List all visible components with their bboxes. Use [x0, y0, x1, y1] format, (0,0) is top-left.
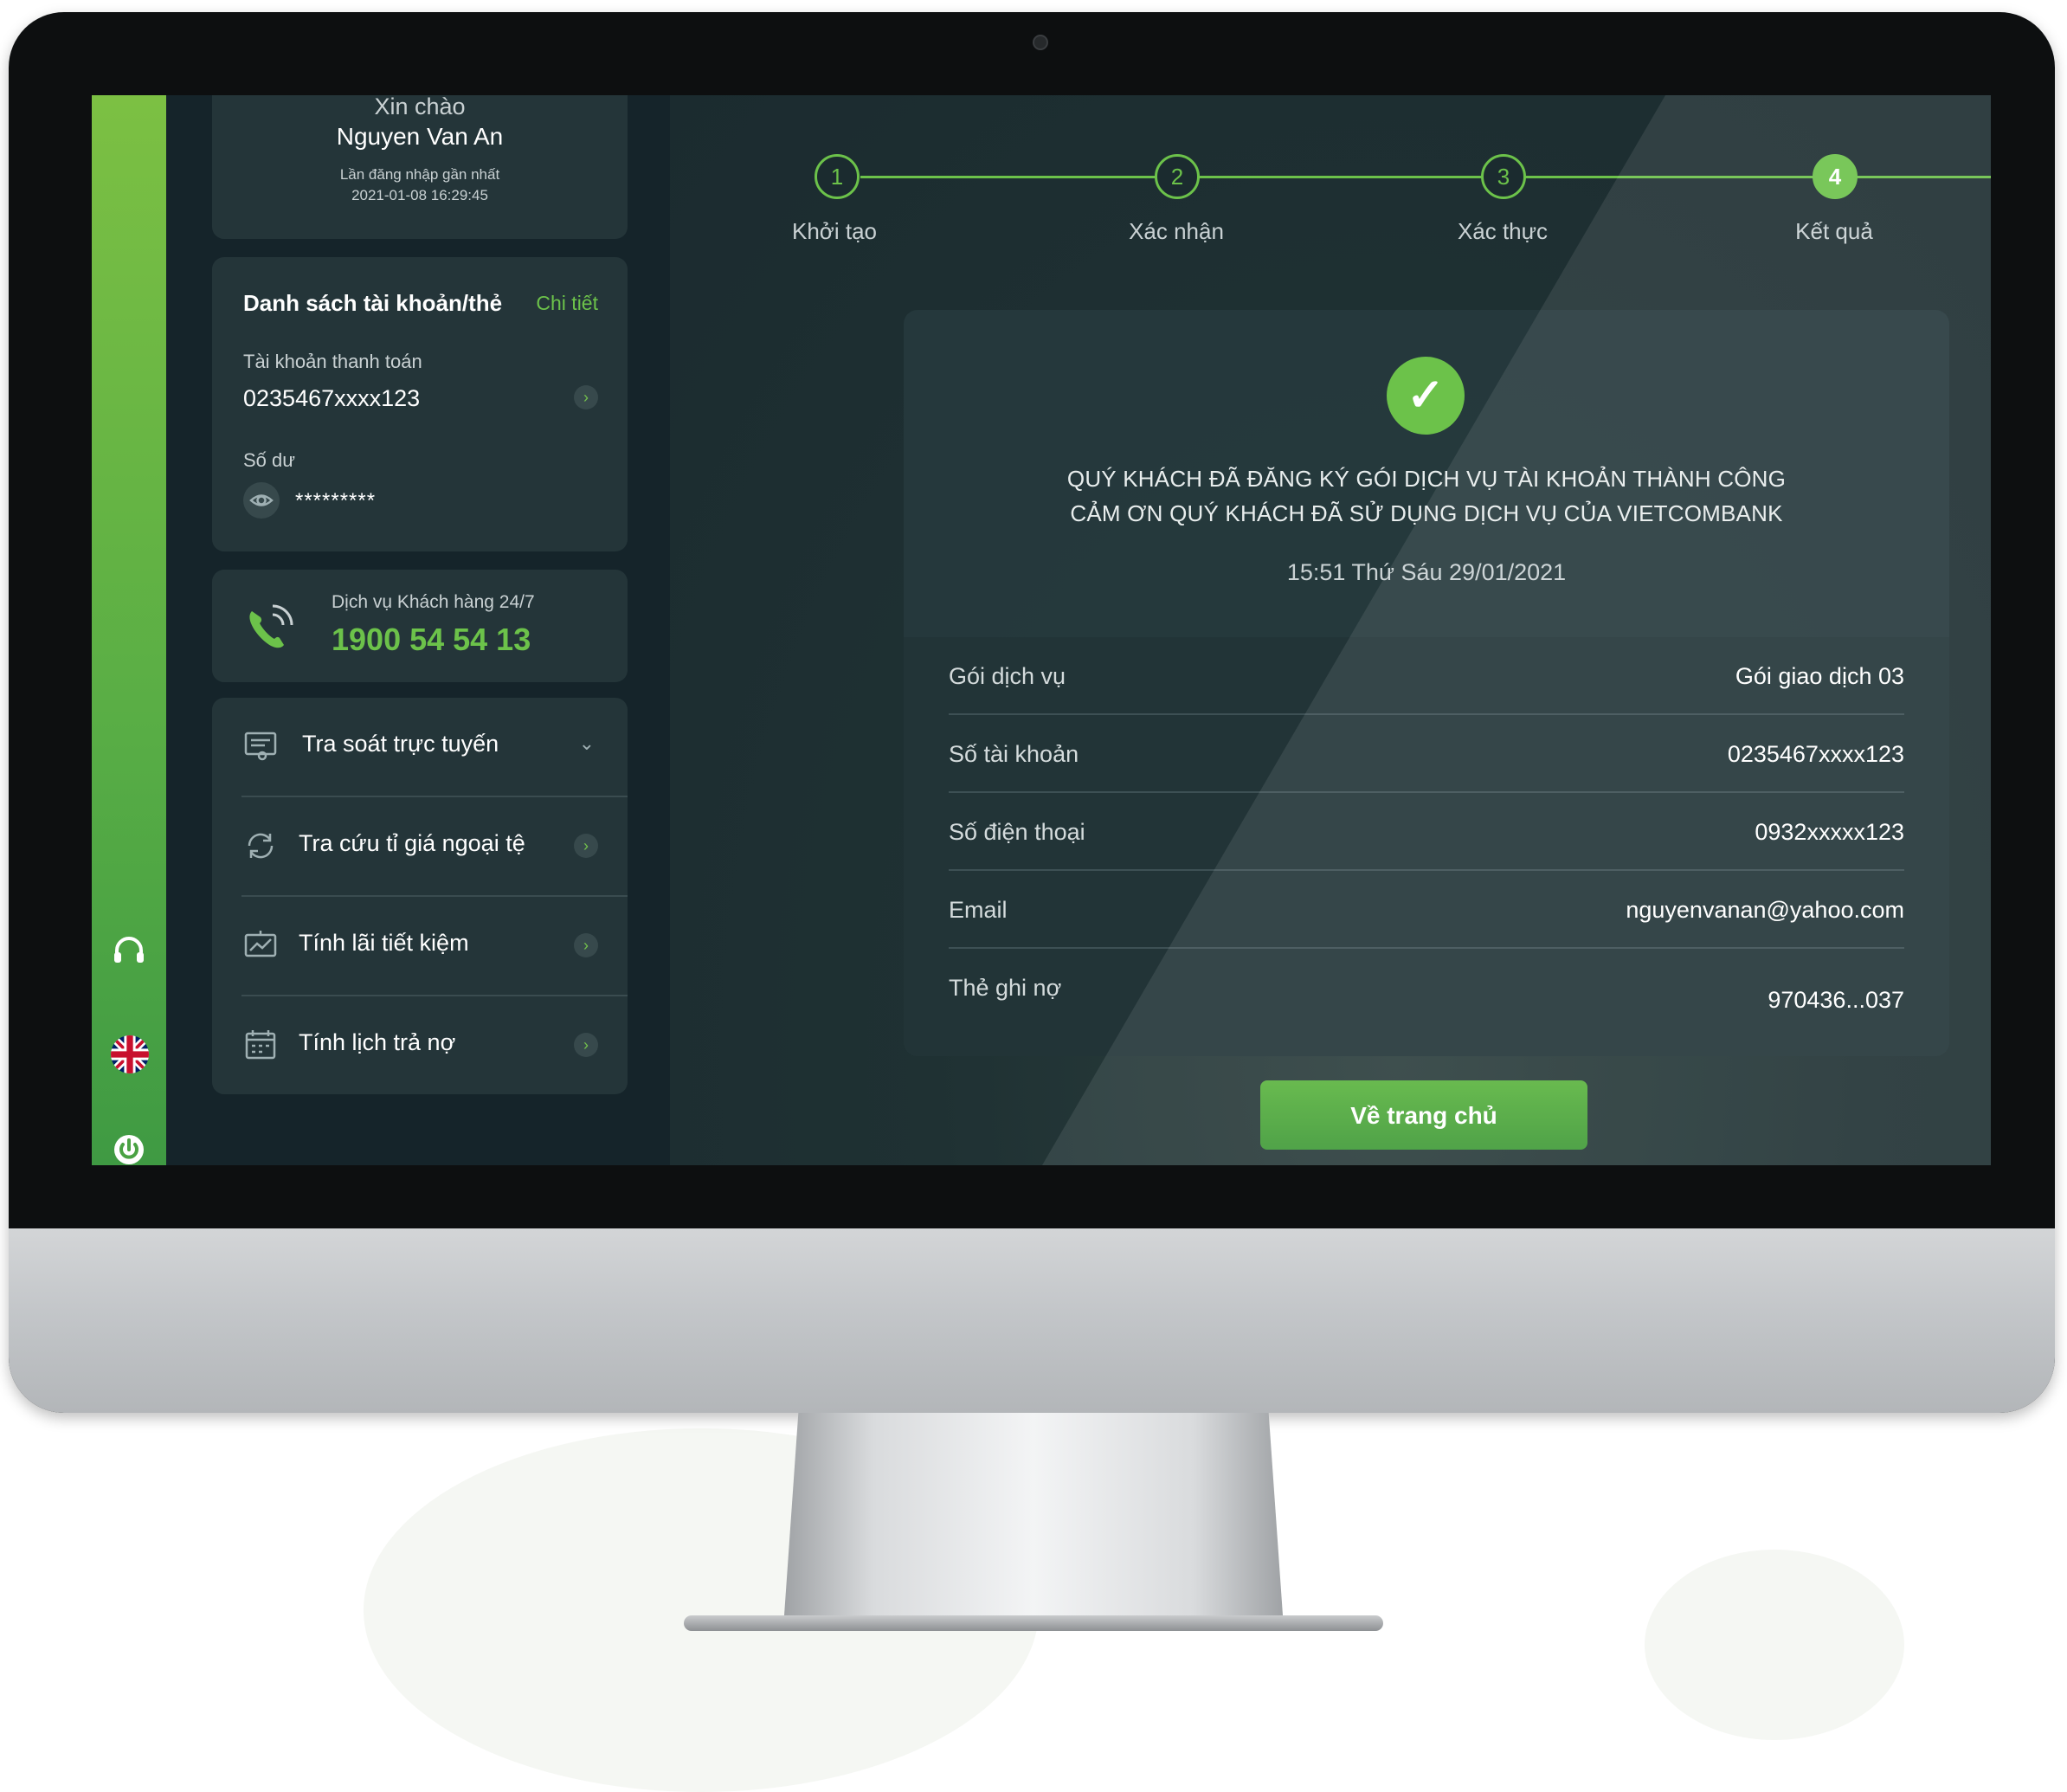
account-number[interactable]: 0235467xxxx123	[243, 385, 420, 412]
balance-label: Số dư	[243, 449, 295, 471]
detail-label: Thẻ ghi nợ	[949, 975, 1062, 1001]
chevron-right-icon[interactable]: ›	[574, 834, 598, 858]
accounts-detail-link[interactable]: Chi tiết	[536, 292, 598, 315]
power-icon[interactable]	[92, 1132, 166, 1165]
account-type: Tài khoản thanh toán	[243, 351, 422, 372]
detail-label: Gói dịch vụ	[949, 663, 1066, 689]
step-4-circle: 4	[1813, 154, 1858, 199]
camera-dot	[1033, 35, 1048, 50]
menu-item-label: Tra soát trực tuyến	[302, 731, 499, 757]
step-2-circle: 2	[1155, 154, 1200, 199]
welcome-card: Xin chào Nguyen Van An Lần đăng nhập gần…	[212, 95, 628, 239]
eye-icon[interactable]	[243, 482, 280, 519]
last-login-label: Lần đăng nhập gần nhất	[339, 166, 500, 183]
monitor-base	[684, 1615, 1383, 1631]
hotline-number[interactable]: 1900 54 54 13	[332, 622, 531, 658]
result-details: Gói dịch vụ Gói giao dịch 03 Số tài khoả…	[904, 637, 1949, 1056]
document-search-icon	[243, 731, 278, 768]
detail-value: Gói giao dịch 03	[1735, 663, 1904, 689]
menu-item-label: Tính lãi tiết kiệm	[299, 930, 469, 956]
balance-masked: *********	[295, 489, 377, 512]
calendar-icon	[243, 1029, 278, 1067]
accounts-title: Danh sách tài khoản/thẻ	[243, 290, 503, 316]
result-panel: ✓ QUÝ KHÁCH ĐÃ ĐĂNG KÝ GÓI DỊCH VỤ TÀI K…	[904, 310, 1949, 1056]
detail-label: Email	[949, 897, 1008, 923]
menu-item-savings-calculator[interactable]: Tính lãi tiết kiệm ›	[212, 897, 628, 996]
chevron-right-icon[interactable]: ›	[574, 933, 598, 957]
detail-label: Số tài khoản	[949, 741, 1079, 767]
detail-row-account-number: Số tài khoản 0235467xxxx123	[949, 715, 1904, 793]
user-name: Nguyen Van An	[336, 123, 504, 150]
sidebar: Xin chào Nguyen Van An Lần đăng nhập gần…	[166, 95, 670, 1165]
success-message-line1: QUÝ KHÁCH ĐÃ ĐĂNG KÝ GÓI DỊCH VỤ TÀI KHO…	[1066, 466, 1787, 492]
phone-icon	[243, 603, 299, 659]
accounts-card: Danh sách tài khoản/thẻ Chi tiết Tài kho…	[212, 257, 628, 551]
greeting-text: Xin chào	[374, 95, 466, 119]
account-arrow-icon[interactable]: ›	[574, 385, 598, 409]
detail-value: 0235467xxxx123	[1727, 741, 1904, 767]
chart-icon	[243, 930, 278, 967]
menu-item-online-inquiry[interactable]: Tra soát trực tuyến ⌄	[212, 698, 628, 796]
menu-item-label: Tính lịch trả nợ	[299, 1029, 456, 1055]
step-3-label: Xác thực	[1457, 218, 1549, 244]
detail-value: 970436...037	[1768, 987, 1904, 1013]
step-1-circle: 1	[815, 154, 860, 199]
result-timestamp: 15:51 Thứ Sáu 29/01/2021	[1286, 559, 1567, 585]
menu-item-label: Tra cứu tỉ giá ngoại tệ	[299, 830, 525, 856]
step-1-label: Khởi tạo	[792, 218, 877, 244]
detail-row-email: Email nguyenvanan@yahoo.com	[949, 871, 1904, 949]
monitor-stand	[783, 1413, 1284, 1628]
hotline-label: Dịch vụ Khách hàng 24/7	[332, 592, 535, 612]
hotline-card: Dịch vụ Khách hàng 24/7 1900 54 54 13	[212, 570, 628, 682]
detail-label: Số điện thoại	[949, 819, 1085, 845]
detail-row-debit-card: Thẻ ghi nợ 970436...037	[949, 949, 1904, 1027]
detail-row-service-package: Gói dịch vụ Gói giao dịch 03	[949, 637, 1904, 715]
background-shape	[1645, 1550, 1904, 1740]
chevron-right-icon[interactable]: ›	[574, 1033, 598, 1057]
step-3-circle: 3	[1481, 154, 1526, 199]
detail-value: 0932xxxxx123	[1755, 819, 1904, 845]
exchange-icon	[243, 830, 278, 867]
main-content: 1 2 3 4 Khởi tạo Xác nhận Xác thực Kết q…	[670, 95, 1991, 1165]
step-2-label: Xác nhận	[1129, 218, 1224, 244]
menu-item-repayment-schedule[interactable]: Tính lịch trả nợ ›	[212, 996, 628, 1095]
left-rail	[92, 95, 166, 1165]
step-4-label: Kết quả	[1795, 218, 1873, 244]
success-check-icon: ✓	[1387, 357, 1465, 435]
menu-item-exchange-rates[interactable]: Tra cứu tỉ giá ngoại tệ ›	[212, 797, 628, 896]
success-message-line2: CẢM ƠN QUÝ KHÁCH ĐÃ SỬ DỤNG DỊCH VỤ CỦA …	[1070, 500, 1783, 526]
detail-value: nguyenvanan@yahoo.com	[1626, 897, 1904, 923]
monitor-chin	[9, 1228, 2055, 1413]
detail-row-phone: Số điện thoại 0932xxxxx123	[949, 793, 1904, 871]
chevron-down-icon[interactable]: ⌄	[579, 732, 595, 755]
screen: Xin chào Nguyen Van An Lần đăng nhập gần…	[92, 95, 1991, 1165]
monitor-frame: Xin chào Nguyen Van An Lần đăng nhập gần…	[9, 12, 2055, 1413]
home-button[interactable]: Về trang chủ	[1260, 1080, 1587, 1150]
uk-flag-icon[interactable]	[111, 1035, 149, 1073]
tools-menu: Tra soát trực tuyến ⌄ Tra cứu tỉ giá ngo…	[212, 698, 628, 1094]
last-login-time: 2021-01-08 16:29:45	[351, 187, 488, 203]
headset-icon[interactable]	[92, 931, 166, 977]
